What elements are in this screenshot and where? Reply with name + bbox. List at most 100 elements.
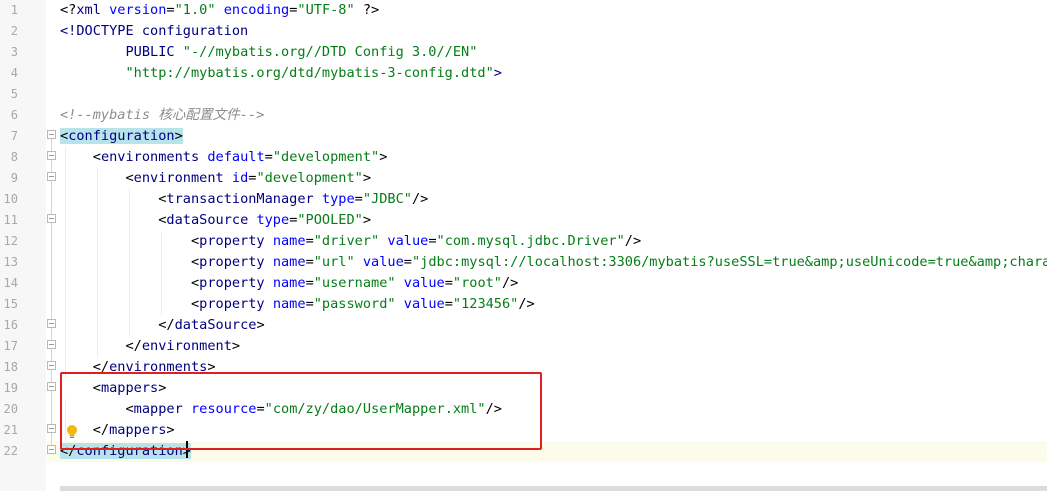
fold-marker-icon[interactable] — [47, 172, 56, 181]
code-line[interactable]: <dataSource type="POOLED"> — [60, 210, 371, 231]
line-number: 9 — [10, 171, 18, 185]
fold-range-line — [51, 135, 52, 450]
tag-name: dataSource — [166, 212, 249, 228]
attr-name: id — [231, 170, 249, 186]
bracket: > — [231, 338, 241, 354]
equals: = — [403, 254, 412, 270]
attr-value: "root" — [452, 275, 502, 291]
equals: = — [264, 149, 273, 165]
attr-name: name — [272, 296, 306, 312]
line-number: 20 — [3, 402, 18, 416]
attr-value: "com.mysql.jdbc.Driver" — [436, 233, 625, 249]
bracket: /> — [411, 191, 429, 207]
tag-name: property — [199, 233, 265, 249]
bracket: < — [60, 128, 69, 144]
line-number: 4 — [10, 66, 18, 80]
doctype-close: > — [493, 65, 502, 81]
bracket: > — [379, 149, 388, 165]
code-line[interactable]: PUBLIC "-//mybatis.org//DTD Config 3.0//… — [60, 42, 477, 63]
code-line[interactable]: <transactionManager type="JDBC"/> — [60, 189, 428, 210]
fold-marker-icon[interactable] — [47, 214, 56, 223]
equals: = — [444, 275, 453, 291]
fold-marker-icon[interactable] — [47, 424, 56, 433]
code-line[interactable]: <environments default="development"> — [60, 147, 388, 168]
matched-tag: <configuration> — [60, 128, 183, 144]
attr-value: "1.0" — [174, 2, 216, 18]
line-number: 21 — [3, 423, 18, 437]
attr-value: "JDBC" — [362, 191, 412, 207]
attr-name: encoding — [223, 2, 290, 18]
attr-name: version — [109, 2, 167, 18]
attr-value: "POOLED" — [297, 212, 363, 228]
line-number: 5 — [10, 87, 18, 101]
attr-name: value — [403, 275, 445, 291]
attr-name: value — [362, 254, 404, 270]
bracket: /> — [518, 296, 535, 312]
line-number: 10 — [3, 192, 18, 206]
tag-name: environment — [141, 338, 232, 354]
code-line[interactable]: <!--mybatis 核心配置文件--> — [60, 105, 264, 126]
doctype-string: "-//mybatis.org//DTD Config 3.0//EN" — [182, 44, 478, 60]
bracket: /> — [624, 233, 642, 249]
line-number: 17 — [3, 339, 18, 353]
line-number: 3 — [10, 45, 18, 59]
line-number: 6 — [10, 108, 18, 122]
equals: = — [305, 275, 314, 291]
attr-name: name — [272, 275, 306, 291]
code-line[interactable]: <!DOCTYPE configuration — [60, 21, 248, 42]
bracket: < — [190, 233, 200, 249]
bracket: < — [125, 170, 134, 186]
code-line[interactable]: </dataSource> — [60, 315, 265, 336]
code-line[interactable]: </environment> — [60, 336, 240, 357]
line-number: 7 — [10, 129, 18, 143]
fold-marker-icon[interactable] — [47, 319, 56, 328]
code-line[interactable]: <configuration> — [60, 126, 183, 147]
horizontal-scrollbar[interactable] — [60, 486, 1047, 491]
equals: = — [305, 254, 314, 270]
bracket: > — [256, 317, 265, 333]
code-line[interactable]: <property name="username" value="root"/> — [60, 273, 518, 294]
line-number-gutter[interactable]: 1 2 3 4 5 6 7 8 9 10 11 12 13 14 15 16 1… — [0, 0, 47, 491]
equals: = — [166, 2, 175, 18]
line-number: 13 — [3, 255, 18, 269]
xml-decl-name: xml — [76, 2, 110, 18]
line-number: 11 — [3, 213, 18, 227]
code-line[interactable]: <property name="url" value="jdbc:mysql:/… — [60, 252, 1047, 273]
attr-name: name — [272, 254, 306, 270]
fold-marker-icon[interactable] — [47, 445, 56, 454]
doctype-string: "http://mybatis.org/dtd/mybatis-3-config… — [125, 65, 494, 81]
code-line[interactable]: "http://mybatis.org/dtd/mybatis-3-config… — [60, 63, 502, 84]
fold-marker-icon[interactable] — [47, 130, 56, 139]
tag-name: environment — [133, 170, 224, 186]
line-number: 15 — [3, 297, 18, 311]
line-number: 19 — [3, 381, 18, 395]
bracket: /> — [502, 275, 519, 291]
bracket: </ — [158, 317, 175, 333]
fold-marker-icon[interactable] — [47, 361, 56, 370]
bracket: > — [362, 170, 372, 186]
tag-name: property — [199, 254, 265, 270]
code-line[interactable]: <?xml version="1.0" encoding="UTF-8" ?> — [60, 0, 379, 21]
fold-marker-icon[interactable] — [47, 151, 56, 160]
fold-marker-icon[interactable] — [47, 382, 56, 391]
equals: = — [305, 296, 314, 312]
code-line[interactable]: <property name="driver" value="com.mysql… — [60, 231, 641, 252]
attr-name: value — [387, 233, 429, 249]
line-number: 8 — [10, 150, 18, 164]
fold-marker-icon[interactable] — [47, 340, 56, 349]
xml-decl-open: <? — [60, 2, 77, 18]
code-line[interactable]: <environment id="development"> — [60, 168, 371, 189]
code-line[interactable]: <property name="password" value="123456"… — [60, 294, 535, 315]
bracket: </ — [125, 338, 142, 354]
bracket: < — [190, 296, 200, 312]
